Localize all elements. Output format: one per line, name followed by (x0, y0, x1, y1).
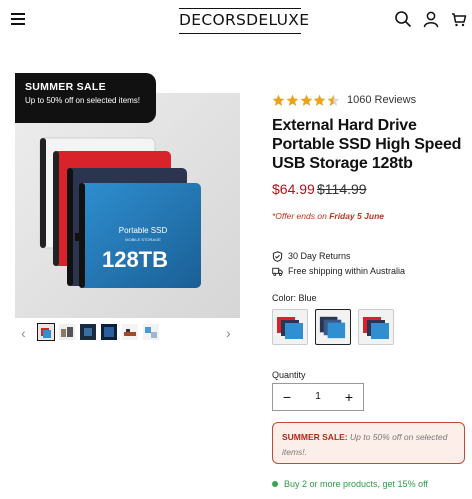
cart-icon[interactable] (450, 10, 468, 28)
color-swatch-blue[interactable] (315, 309, 351, 345)
promo-title: SUMMER SALE (25, 81, 106, 93)
site-logo[interactable]: DECORSDELUXE (179, 8, 309, 34)
sale-notice-title: SUMMER SALE: (282, 432, 348, 442)
promo-subtitle: Up to 50% off on selected items! (25, 96, 141, 105)
image-sublabel: MOBILE STORAGE (125, 237, 161, 242)
chevron-left-icon[interactable]: ‹ (21, 325, 26, 341)
offer-notice: *Offer ends on Friday 5 June (272, 211, 384, 221)
thumbnail-strip: ‹ › (15, 323, 240, 343)
product-image[interactable]: Portable SSD MOBILE STORAGE 128TB (15, 93, 240, 318)
chevron-right-icon[interactable]: › (226, 325, 231, 341)
truck-icon (272, 267, 283, 276)
quantity-label: Quantity (272, 370, 306, 380)
menu-icon[interactable] (11, 13, 25, 25)
sale-price: $64.99 (272, 181, 315, 197)
feature-text: 30 Day Returns (288, 250, 351, 261)
feature-returns: 30 Day Returns (272, 250, 351, 262)
color-swatch-multi[interactable] (358, 309, 394, 345)
thumbnail[interactable] (58, 323, 76, 341)
feature-text: Free shipping within Australia (288, 265, 406, 276)
star-icon (272, 94, 285, 106)
sale-notice: SUMMER SALE: Up to 50% off on selected i… (272, 422, 465, 464)
image-label: Portable SSD (119, 226, 168, 235)
star-half-icon (327, 94, 340, 106)
color-swatch-red[interactable] (272, 309, 308, 345)
image-capacity: 128TB (102, 247, 168, 272)
quantity-input[interactable]: 1 (301, 384, 335, 410)
thumbnail[interactable] (79, 323, 97, 341)
offer-prefix: *Offer ends on (272, 211, 327, 221)
decrease-button[interactable]: − (273, 384, 301, 410)
status-dot (272, 481, 278, 487)
thumbnail[interactable] (142, 323, 160, 341)
increase-button[interactable]: + (335, 384, 363, 410)
offer-date: Friday 5 June (329, 211, 384, 221)
star-icon (314, 94, 326, 106)
rating-stars (272, 93, 341, 107)
feature-shipping: Free shipping within Australia (272, 265, 405, 277)
bundle-offer-text: Buy 2 or more products, get 15% off (284, 478, 428, 489)
search-icon[interactable] (394, 10, 412, 28)
bundle-offer: Buy 2 or more products, get 15% off (272, 478, 428, 490)
site-header: DECORSDELUXE (0, 0, 472, 44)
thumbnail[interactable] (100, 323, 118, 341)
star-icon (286, 94, 299, 106)
thumbnail[interactable] (37, 323, 55, 341)
review-count[interactable]: 1060 Reviews (347, 93, 416, 107)
promo-badge: SUMMER SALE Up to 50% off on selected it… (15, 73, 156, 123)
compare-price: $114.99 (317, 181, 367, 197)
thumbnail[interactable] (121, 323, 139, 341)
account-icon[interactable] (422, 10, 440, 28)
quantity-stepper: − 1 + (272, 383, 364, 411)
star-icon (300, 94, 312, 106)
shield-check-icon (272, 250, 283, 262)
color-label: Color: Blue (272, 293, 317, 303)
product-title: External Hard Drive Portable SSD High Sp… (272, 117, 462, 172)
